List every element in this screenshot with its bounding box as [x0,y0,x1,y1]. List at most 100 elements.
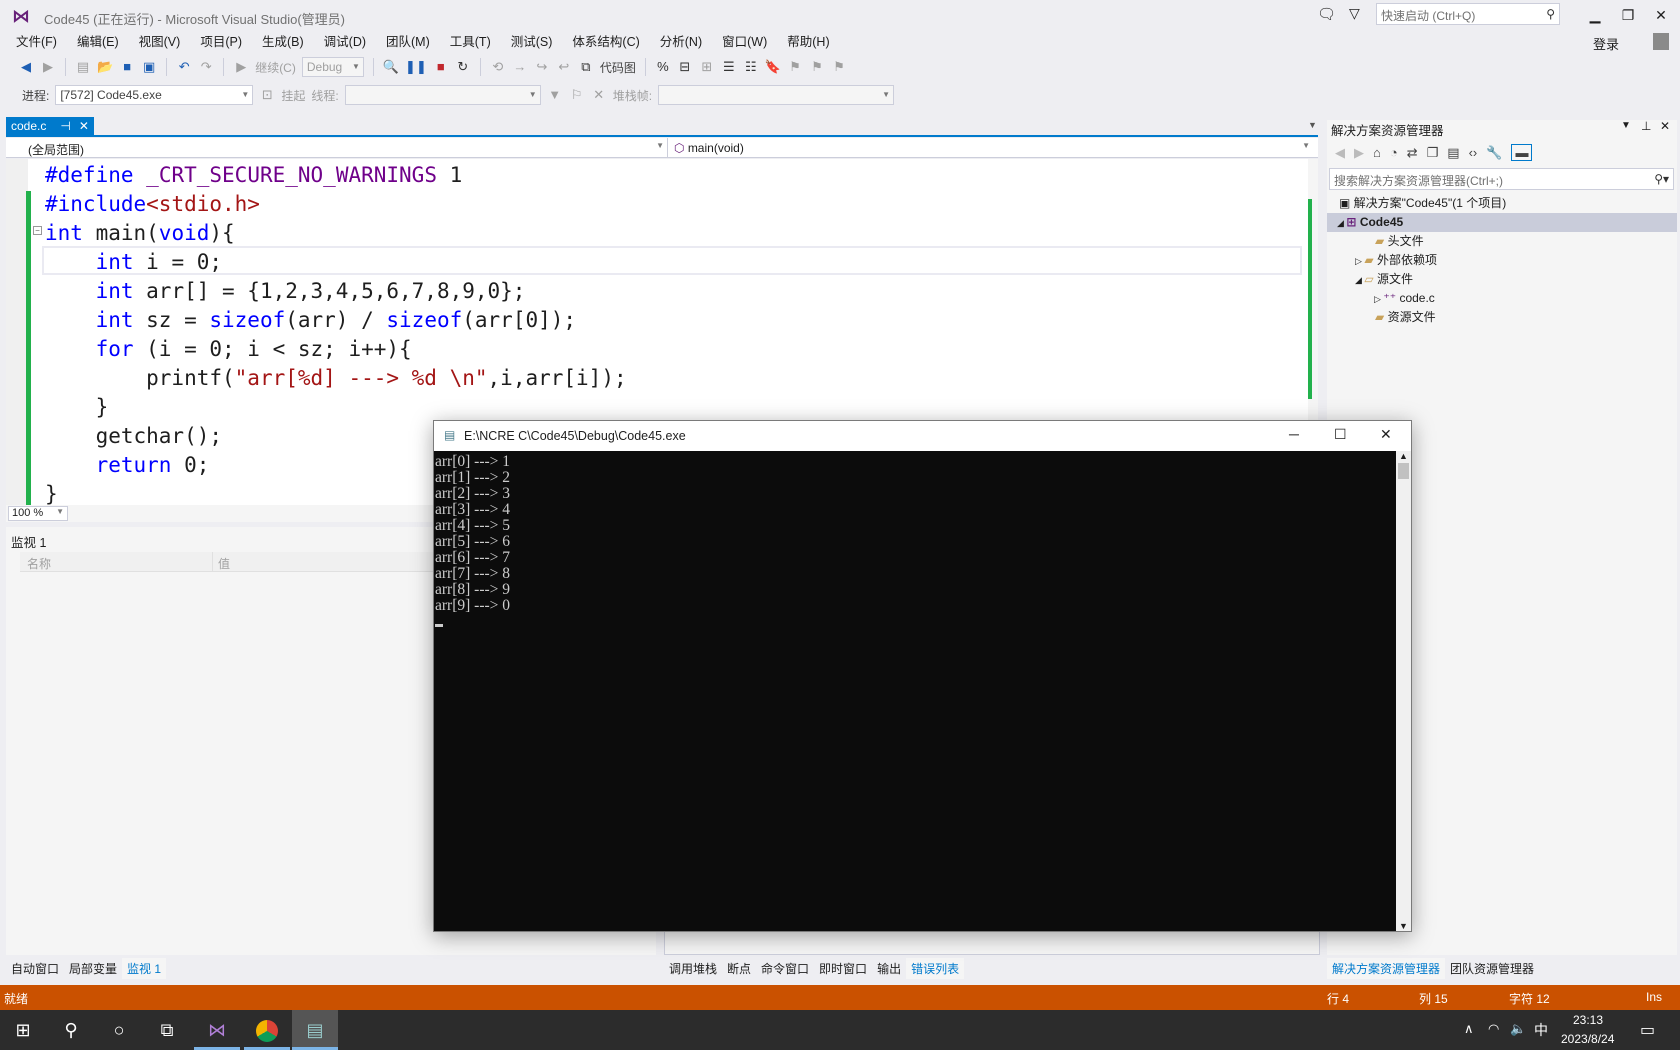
collapse-icon[interactable]: − [33,226,42,235]
home-icon[interactable]: ⌂ [1373,145,1381,160]
save-icon[interactable]: ■ [119,58,135,76]
tab-error-list[interactable]: 错误列表 [906,958,965,979]
properties-icon[interactable]: 🔧 [1486,145,1502,161]
tab-team-explorer[interactable]: 团队资源管理器 [1445,958,1539,979]
column-name[interactable]: 名称 [27,555,51,572]
console-taskbar-icon[interactable]: ▤ [292,1010,338,1050]
clear-bookmarks-icon[interactable]: ⚑ [831,58,847,76]
close-button[interactable]: ✕ [1646,4,1676,26]
restore-button[interactable]: ❐ [1613,4,1643,26]
tab-immediate-window[interactable]: 即时窗口 [814,958,872,979]
search-icon[interactable]: ⚲ [48,1010,94,1050]
show-threads-icon[interactable]: ✕ [591,86,607,104]
quick-launch-input[interactable]: 快速启动 (Ctrl+Q) ⚲ [1376,3,1560,25]
menu-build[interactable]: 生成(B) [252,32,314,52]
console-scrollbar[interactable]: ▲ ▼ [1396,451,1411,931]
tab-output[interactable]: 输出 [872,958,906,979]
tree-resource-files[interactable]: ▰ 资源文件 [1375,308,1436,327]
tab-locals[interactable]: 局部变量 [64,958,122,979]
tab-watch-1[interactable]: 监视 1 [122,958,167,979]
ime-indicator[interactable]: 中 [1534,1020,1548,1040]
suspend-button[interactable]: 挂起 [281,87,305,104]
continue-button[interactable]: 继续(C) [255,59,296,76]
menu-architecture[interactable]: 体系结构(C) [562,32,649,52]
close-tab-icon[interactable]: ✕ [79,119,89,133]
step-into-icon[interactable]: → [512,58,528,76]
tree-solution[interactable]: ▣ 解决方案"Code45"(1 个项目) [1339,194,1506,213]
avatar[interactable] [1653,33,1669,50]
network-icon[interactable]: ◠ [1488,1021,1499,1037]
console-output[interactable]: arr[0] ---> 1 arr[1] ---> 2 arr[2] ---> … [434,451,1396,931]
flag-icon[interactable]: ⚐ [569,86,585,104]
pin-icon[interactable]: ⊣ [60,119,70,133]
minimize-button[interactable]: ▁ [1580,4,1610,26]
task-view-icon[interactable]: ⧉ [144,1010,190,1050]
menu-team[interactable]: 团队(M) [376,32,440,52]
chrome-taskbar-icon[interactable] [244,1010,290,1050]
sign-in-link[interactable]: 登录 [1593,34,1619,53]
tab-solution-explorer[interactable]: 解决方案资源管理器 [1327,958,1446,979]
solution-search-input[interactable]: 搜索解决方案资源管理器(Ctrl+;) ⚲▾ [1329,168,1674,190]
step-over-icon[interactable]: ↪ [534,58,550,76]
tree-header-files[interactable]: ▰ 头文件 [1375,232,1424,251]
volume-icon[interactable]: 🔈 [1510,1021,1526,1037]
redo-icon[interactable]: ↷ [198,58,214,76]
close-panel-icon[interactable]: ✕ [1660,119,1670,133]
thread-select[interactable]: ▼ [344,85,541,105]
cortana-icon[interactable]: ○ [96,1010,142,1050]
zoom-select[interactable]: 100 % ▼ [8,506,68,521]
menu-edit[interactable]: 编辑(E) [67,32,129,52]
forward-icon[interactable]: ▶ [40,58,56,76]
show-next-statement-icon[interactable]: ⟲ [490,58,506,76]
tab-overflow-icon[interactable]: ▼ [1308,120,1317,130]
column-value[interactable]: 值 [218,555,230,572]
open-file-icon[interactable]: 📂 [97,58,113,76]
continue-icon[interactable]: ▶ [233,58,249,76]
tab-autos[interactable]: 自动窗口 [6,958,64,979]
tab-command-window[interactable]: 命令窗口 [756,958,814,979]
menu-file[interactable]: 文件(F) [6,32,67,52]
prev-bookmark-icon[interactable]: ⚑ [787,58,803,76]
code-map-icon[interactable]: ⧉ [578,58,594,76]
filter-icon[interactable]: ▽ [1349,5,1360,22]
start-icon[interactable]: ⊞ [0,1010,46,1050]
forward-icon[interactable]: ▶ [1354,145,1364,161]
menu-test[interactable]: 测试(S) [501,32,563,52]
dropdown-icon[interactable]: ▼ [1621,120,1631,131]
console-window[interactable]: ▤ E:\NCRE C\Code45\Debug\Code45.exe ─ ☐ … [433,420,1412,932]
menu-window[interactable]: 窗口(W) [712,32,777,52]
feedback-icon[interactable]: 🗨 [1317,5,1336,23]
new-project-icon[interactable]: ▤ [75,58,91,76]
sync-icon[interactable]: ⇄ [1407,145,1418,161]
collapsed-icon[interactable]: ▷ [1355,256,1364,266]
hex-display-icon[interactable]: % [655,58,671,76]
member-dropdown[interactable]: ⬡ main(void) ▼ [674,141,1314,155]
collapsed-icon[interactable]: ▷ [1374,294,1383,304]
tab-breakpoints[interactable]: 断点 [722,958,756,979]
flag-filter-icon[interactable]: ▼ [547,86,563,104]
notification-icon[interactable]: ▭ [1640,1020,1655,1040]
insert-comment-icon[interactable]: ⊟ [677,58,693,76]
menu-view[interactable]: 视图(V) [129,32,191,52]
collapse-all-icon[interactable]: ❐ [1427,145,1439,161]
preview-icon[interactable]: ▬ [1511,144,1533,161]
expanded-icon[interactable]: ◢ [1355,275,1364,285]
console-minimize-button[interactable]: ─ [1289,426,1299,442]
tree-code-c[interactable]: ▷ ⁺⁺ code.c [1374,289,1435,308]
console-close-button[interactable]: ✕ [1380,426,1392,443]
expanded-icon[interactable]: ◢ [1337,218,1346,228]
menu-tools[interactable]: 工具(T) [440,32,501,52]
show-all-files-icon[interactable]: ▤ [1447,145,1459,161]
restart-icon[interactable]: ↻ [455,58,471,76]
back-icon[interactable]: ◀ [18,58,34,76]
console-title-bar[interactable]: ▤ E:\NCRE C\Code45\Debug\Code45.exe ─ ☐ … [434,421,1411,451]
pin-icon[interactable]: ⊥ [1641,119,1651,133]
code-map-button[interactable]: 代码图 [600,59,636,76]
undo-icon[interactable]: ↶ [176,58,192,76]
clock-date[interactable]: 2023/8/24 [1561,1032,1614,1046]
scope-dropdown[interactable]: (全局范围) ▼ [28,141,668,158]
bookmark-icon[interactable]: 🔖 [765,58,781,76]
tray-chevron-icon[interactable]: ∧ [1464,1021,1474,1037]
tree-source-files[interactable]: ◢ ▱ 源文件 [1355,270,1413,289]
stackframe-select[interactable]: ▼ [658,85,895,105]
